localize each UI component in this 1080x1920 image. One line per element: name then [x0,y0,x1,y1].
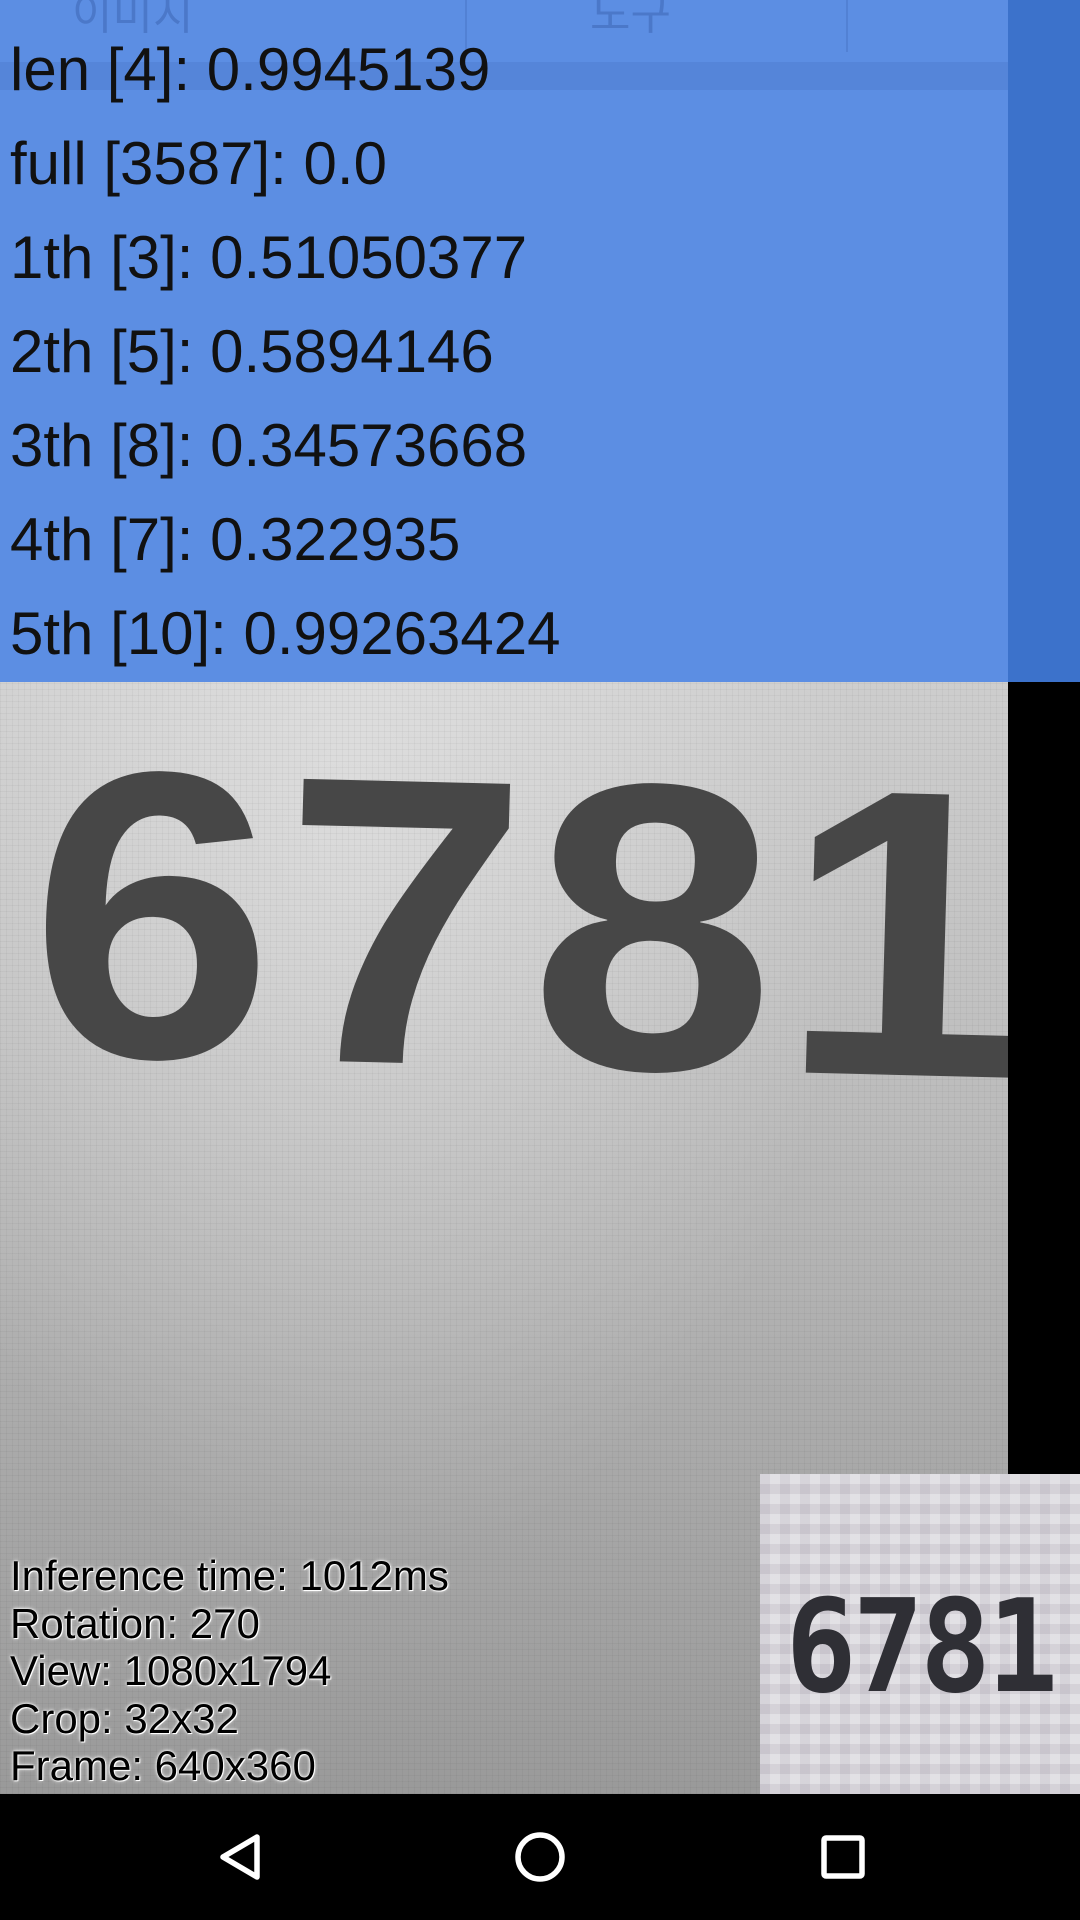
result-digit-3: 3th [8]: 0.34573668 [10,412,528,479]
camera-recognition-screen: 6781 이미지 도구 len [4]: 0.9945139 full [358… [0,0,1080,1920]
frame-size-text: Frame: 640x360 [10,1742,316,1789]
result-digit-5: 5th [10]: 0.99263424 [10,600,561,667]
results-list: len [4]: 0.9945139 full [3587]: 0.0 1th … [10,30,1000,688]
crop-thumbnail: 6781 [760,1474,1080,1794]
nav-recents-button[interactable] [793,1807,893,1907]
rotation-text: Rotation: 270 [10,1599,260,1647]
view-size-text: View: 1080x1794 [10,1647,332,1694]
inference-time-text: Inference time: 1012ms [10,1552,449,1599]
navigation-bar [0,1794,1080,1920]
result-digit-2: 2th [5]: 0.5894146 [10,318,494,385]
results-panel: 이미지 도구 len [4]: 0.9945139 full [3587]: 0… [0,0,1080,682]
result-digit-4: 4th [7]: 0.322935 [10,506,461,573]
crop-thumbnail-digits: 6781 [785,1573,1059,1722]
crop-size-text: Crop: 32x32 [10,1694,239,1742]
results-panel-edge [1008,0,1080,682]
result-length: len [4]: 0.9945139 [10,36,491,103]
nav-back-button[interactable] [190,1807,290,1907]
result-full: full [3587]: 0.0 [10,130,387,197]
camera-number-text: 6781 [23,684,1008,1166]
debug-info: Inference time: 1012ms Rotation: 270 Vie… [10,1552,750,1790]
result-digit-1: 1th [3]: 0.51050377 [10,224,528,291]
home-circle-icon [515,1832,565,1882]
nav-home-button[interactable] [490,1807,590,1907]
recents-square-icon [821,1835,865,1879]
back-triangle-icon [220,1834,260,1880]
